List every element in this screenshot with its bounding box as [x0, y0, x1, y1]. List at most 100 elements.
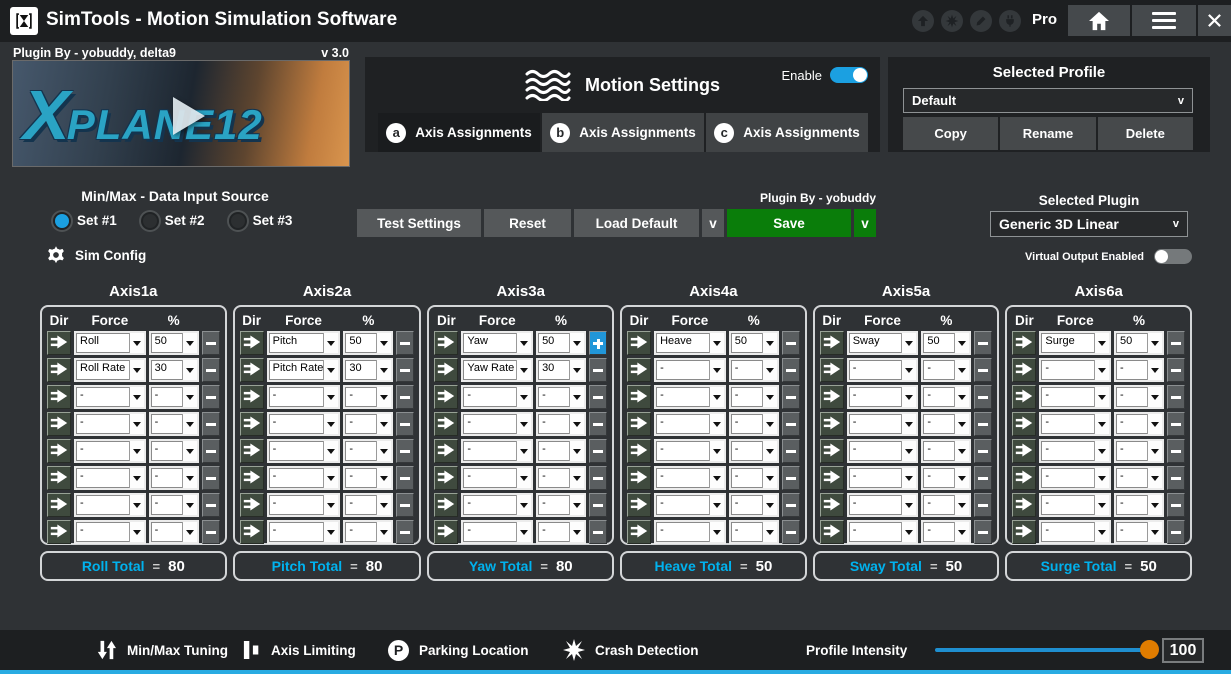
percent-select[interactable]: 30: [343, 358, 393, 382]
force-select[interactable]: -: [461, 385, 533, 409]
remove-row-button[interactable]: [782, 331, 800, 355]
remove-row-button[interactable]: [974, 466, 992, 490]
direction-button[interactable]: [627, 439, 651, 463]
percent-select[interactable]: 30: [149, 358, 199, 382]
percent-select[interactable]: -: [149, 520, 199, 544]
percent-select[interactable]: -: [536, 493, 586, 517]
force-select[interactable]: -: [267, 439, 341, 463]
percent-select[interactable]: -: [343, 412, 393, 436]
force-select[interactable]: -: [461, 493, 533, 517]
remove-row-button[interactable]: [202, 466, 220, 490]
percent-select[interactable]: -: [921, 412, 971, 436]
force-select[interactable]: -: [267, 385, 341, 409]
direction-button[interactable]: [1012, 358, 1036, 382]
tab-axis-assignments-b[interactable]: b Axis Assignments: [542, 113, 704, 152]
remove-row-button[interactable]: [589, 385, 607, 409]
direction-button[interactable]: [47, 439, 71, 463]
force-select[interactable]: Yaw Rate: [461, 358, 533, 382]
direction-button[interactable]: [47, 493, 71, 517]
percent-select[interactable]: -: [921, 385, 971, 409]
percent-select[interactable]: -: [729, 439, 779, 463]
percent-select[interactable]: -: [149, 385, 199, 409]
percent-select[interactable]: 30: [536, 358, 586, 382]
percent-select[interactable]: -: [536, 439, 586, 463]
direction-button[interactable]: [47, 358, 71, 382]
direction-button[interactable]: [434, 358, 458, 382]
direction-button[interactable]: [240, 493, 264, 517]
force-select[interactable]: -: [267, 412, 341, 436]
direction-button[interactable]: [820, 520, 844, 544]
percent-select[interactable]: -: [729, 466, 779, 490]
enable-toggle[interactable]: [830, 67, 868, 83]
direction-button[interactable]: [434, 466, 458, 490]
sim-config-button[interactable]: Sim Config: [46, 245, 146, 265]
remove-row-button[interactable]: [396, 520, 414, 544]
force-select[interactable]: -: [74, 412, 146, 436]
tab-axis-assignments-c[interactable]: c Axis Assignments: [706, 113, 868, 152]
force-select[interactable]: -: [74, 520, 146, 544]
direction-button[interactable]: [820, 493, 844, 517]
percent-select[interactable]: -: [149, 439, 199, 463]
direction-button[interactable]: [240, 412, 264, 436]
percent-select[interactable]: -: [1114, 466, 1164, 490]
remove-row-button[interactable]: [782, 493, 800, 517]
direction-button[interactable]: [240, 520, 264, 544]
remove-row-button[interactable]: [589, 466, 607, 490]
direction-button[interactable]: [820, 466, 844, 490]
direction-button[interactable]: [434, 493, 458, 517]
remove-row-button[interactable]: [396, 385, 414, 409]
percent-select[interactable]: -: [1114, 385, 1164, 409]
remove-row-button[interactable]: [782, 412, 800, 436]
rename-button[interactable]: Rename: [1000, 117, 1095, 150]
remove-row-button[interactable]: [396, 358, 414, 382]
force-select[interactable]: -: [461, 412, 533, 436]
direction-button[interactable]: [434, 520, 458, 544]
profile-select[interactable]: Default v: [903, 88, 1193, 113]
percent-select[interactable]: 50: [1114, 331, 1164, 355]
force-select[interactable]: -: [1039, 439, 1111, 463]
direction-button[interactable]: [47, 520, 71, 544]
remove-row-button[interactable]: [589, 520, 607, 544]
load-default-dropdown-button[interactable]: v: [702, 209, 724, 237]
percent-select[interactable]: -: [729, 520, 779, 544]
percent-select[interactable]: -: [921, 439, 971, 463]
force-select[interactable]: -: [654, 520, 726, 544]
percent-select[interactable]: 50: [536, 331, 586, 355]
plugin-select[interactable]: Generic 3D Linear v: [990, 211, 1188, 237]
direction-button[interactable]: [820, 439, 844, 463]
remove-row-button[interactable]: [782, 439, 800, 463]
slider-thumb[interactable]: [1140, 640, 1159, 659]
remove-row-button[interactable]: [1167, 466, 1185, 490]
force-select[interactable]: -: [74, 385, 146, 409]
profile-intensity-slider[interactable]: [935, 648, 1150, 652]
percent-select[interactable]: 50: [921, 331, 971, 355]
remove-row-button[interactable]: [974, 439, 992, 463]
force-select[interactable]: -: [461, 520, 533, 544]
force-select[interactable]: -: [267, 493, 341, 517]
remove-row-button[interactable]: [1167, 520, 1185, 544]
remove-row-button[interactable]: [202, 385, 220, 409]
radio-set-3[interactable]: Set #3: [231, 213, 293, 228]
percent-select[interactable]: -: [1114, 493, 1164, 517]
remove-row-button[interactable]: [1167, 412, 1185, 436]
percent-select[interactable]: -: [729, 412, 779, 436]
force-select[interactable]: -: [1039, 412, 1111, 436]
remove-row-button[interactable]: [1167, 493, 1185, 517]
percent-select[interactable]: 50: [729, 331, 779, 355]
remove-row-button[interactable]: [202, 520, 220, 544]
percent-select[interactable]: -: [149, 412, 199, 436]
minmax-tuning-button[interactable]: Min/Max Tuning: [95, 630, 228, 670]
remove-row-button[interactable]: [974, 331, 992, 355]
remove-row-button[interactable]: [782, 466, 800, 490]
force-select[interactable]: -: [847, 520, 919, 544]
force-select[interactable]: -: [1039, 493, 1111, 517]
direction-button[interactable]: [240, 439, 264, 463]
percent-select[interactable]: -: [729, 493, 779, 517]
load-default-button[interactable]: Load Default: [574, 209, 699, 237]
remove-row-button[interactable]: [974, 358, 992, 382]
direction-button[interactable]: [1012, 439, 1036, 463]
force-select[interactable]: -: [461, 439, 533, 463]
force-select[interactable]: Pitch: [267, 331, 341, 355]
remove-row-button[interactable]: [202, 412, 220, 436]
direction-button[interactable]: [434, 385, 458, 409]
